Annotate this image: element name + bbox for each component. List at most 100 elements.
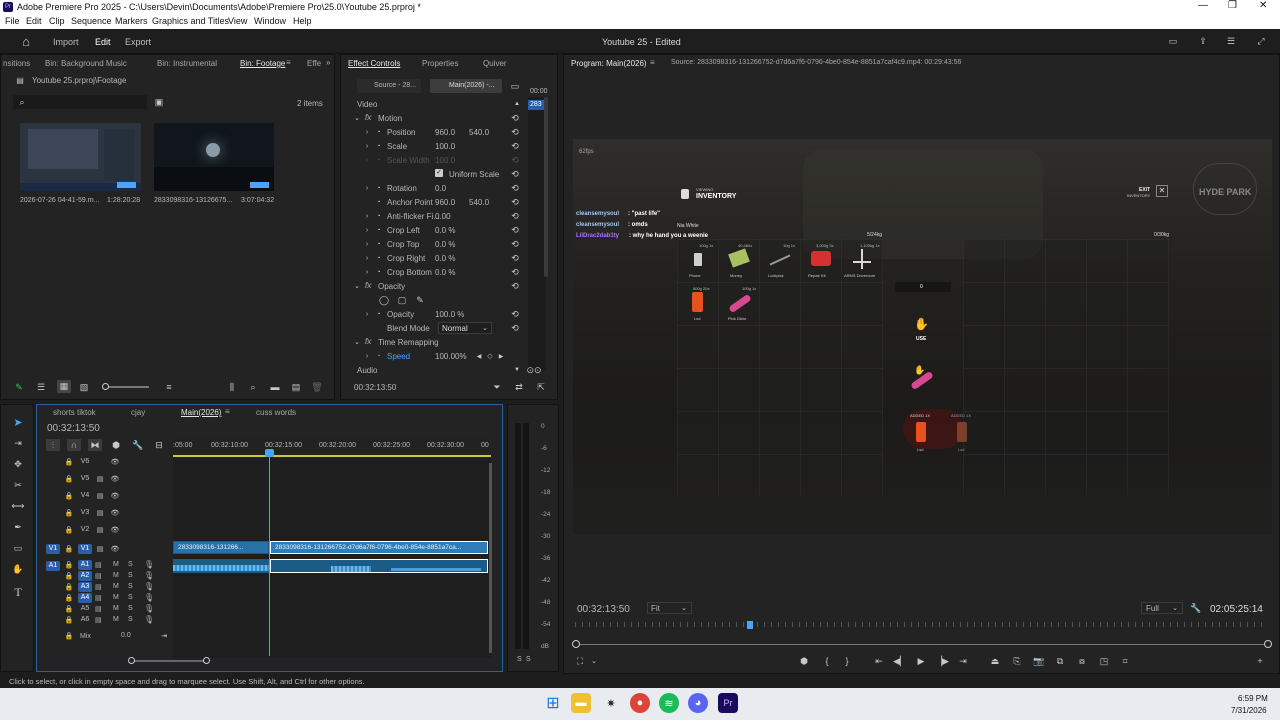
share-icon[interactable]: ⇪ (1196, 35, 1210, 47)
reset-icon[interactable]: ⟲ (510, 127, 520, 137)
anti-flicker-value[interactable]: 0.00 (435, 212, 451, 221)
eye-icon[interactable]: 👁 (110, 525, 120, 535)
track-v6[interactable]: V6 (78, 457, 92, 467)
stopwatch-icon[interactable]: ◔ (374, 197, 383, 207)
track-v2[interactable]: V2 (78, 525, 92, 535)
stopwatch-icon[interactable]: ◔ (374, 211, 383, 221)
chevron-right-icon[interactable]: › (363, 141, 371, 151)
quantity-field[interactable] (895, 282, 951, 292)
reset-icon[interactable]: ⟲ (510, 281, 520, 291)
menu-graphics[interactable]: Graphics and Titles (152, 16, 229, 26)
multicam-icon[interactable]: ⧇ (1076, 655, 1088, 667)
tab-bin-instrumental[interactable]: Bin: Instrumental (157, 59, 217, 68)
film-icon[interactable]: ▤ (95, 583, 102, 591)
mic-icon[interactable]: 🎙 (144, 571, 154, 580)
lock-icon[interactable]: 🔒 (64, 560, 74, 570)
film-icon[interactable]: ▤ (95, 474, 105, 484)
export-frame-icon[interactable]: 📷 (1033, 655, 1045, 667)
wrench-icon[interactable]: 🔧 (132, 439, 144, 451)
chevron-right-icon[interactable]: › (363, 351, 371, 361)
search-input[interactable] (13, 95, 147, 109)
position-x-value[interactable]: 960.0 (435, 128, 455, 137)
home-icon[interactable]: ⌂ (18, 34, 34, 49)
go-to-out-icon[interactable]: ⇥ (957, 655, 969, 667)
slot-phone[interactable]: Phone 100g 1x (679, 241, 717, 281)
panel-menu-icon[interactable]: ≡ (650, 58, 655, 67)
track-a2[interactable]: A2 (78, 571, 92, 581)
icon-view-icon[interactable]: ▦ (57, 380, 71, 393)
film-icon[interactable]: ▤ (95, 491, 105, 501)
go-to-in-icon[interactable]: ⇤ (873, 655, 885, 667)
reset-icon[interactable]: ⟲ (510, 323, 520, 333)
add-marker-icon[interactable]: ⬢ (798, 655, 810, 667)
eye-icon[interactable]: 👁 (110, 474, 120, 484)
step-back-icon[interactable]: ◀▏ (893, 655, 907, 667)
solo-button[interactable]: S (128, 561, 133, 568)
menu-sequence[interactable]: Sequence (71, 16, 112, 26)
lock-icon[interactable]: 🔒 (64, 457, 74, 467)
source-patch-v1[interactable]: V1 (46, 544, 60, 554)
track-a5[interactable]: A5 (78, 604, 92, 614)
go-to-end-icon[interactable]: ⇥ (159, 631, 169, 641)
film-icon[interactable]: ▤ (95, 525, 105, 535)
menu-file[interactable]: File (5, 16, 20, 26)
chevron-right-icon[interactable]: › (363, 267, 371, 277)
loop-icon[interactable]: ⊙⊙ (526, 365, 541, 375)
slot-item-7[interactable]: Pink Dildo 100g 1x (720, 284, 758, 324)
pen-icon[interactable]: ✎ (13, 381, 25, 393)
chevron-down-icon[interactable]: ⌄ (353, 113, 361, 123)
menu-edit[interactable]: Edit (26, 16, 42, 26)
chevron-right-icon[interactable]: › (363, 127, 371, 137)
hand-icon[interactable]: ✋ (914, 317, 929, 331)
new-bin-from-search-icon[interactable]: ▣ (153, 96, 165, 108)
film-icon[interactable]: ▤ (95, 572, 102, 580)
safe-margins-icon[interactable]: ⛶ (574, 655, 586, 667)
chevron-right-icon[interactable]: › (363, 225, 371, 235)
chevron-right-icon[interactable]: › (363, 183, 371, 193)
eye-icon[interactable]: 👁 (110, 544, 120, 554)
ec-timecode[interactable]: 00:32:13:50 (354, 383, 396, 392)
scroll-handle-right[interactable] (203, 657, 210, 664)
type-tool-icon[interactable]: T (11, 585, 25, 599)
slot-drivetrain[interactable]: ARMS Driveroom 1,100kg 1x (843, 241, 881, 281)
crop-right-value[interactable]: 0.0 % (435, 254, 455, 263)
video-clip-1[interactable]: 2833098316-131266... (173, 541, 269, 554)
speed-value[interactable]: 100.00% (435, 352, 467, 361)
extract-icon[interactable]: ⎘ (1011, 655, 1023, 667)
film-icon[interactable]: ▤ (95, 544, 105, 554)
list-view-icon[interactable]: ☰ (35, 381, 47, 393)
discord-icon[interactable]: ◕ (688, 693, 708, 713)
lock-icon[interactable]: 🔒 (64, 544, 74, 554)
solo-button[interactable]: S (128, 583, 133, 590)
lock-icon[interactable]: 🔒 (64, 508, 74, 518)
tab-cjay[interactable]: cjay (131, 408, 145, 417)
meter-solo-right[interactable]: S (526, 656, 531, 663)
filter-icon[interactable]: ⏷ (491, 381, 503, 393)
captions-icon[interactable]: ⊟ (153, 439, 165, 451)
timeline-playhead-handle[interactable] (265, 449, 274, 457)
export-icon[interactable]: ⇄ (513, 381, 525, 393)
linked-selection-icon[interactable]: ⧓ (88, 439, 102, 451)
app-icon[interactable]: ✷ (601, 693, 621, 713)
clip-thumbnail-1[interactable] (20, 123, 141, 191)
timeline-playhead[interactable] (269, 450, 270, 656)
lock-icon[interactable]: 🔒 (64, 615, 74, 625)
zoom-slider-handle[interactable] (102, 383, 109, 390)
slot-money[interactable]: Money 40,460x (720, 241, 758, 281)
mute-button[interactable]: M (113, 605, 119, 612)
find-icon[interactable]: ⌕ (247, 381, 259, 393)
track-a3[interactable]: A3 (78, 582, 92, 592)
slot-lsd[interactable]: Lsd 800g 20x (679, 284, 717, 324)
track-v4[interactable]: V4 (78, 491, 92, 501)
new-item-icon[interactable]: ▤ (290, 381, 302, 393)
mute-button[interactable]: M (113, 583, 119, 590)
pen-tool-icon[interactable]: ✒ (11, 520, 25, 534)
menu-markers[interactable]: Markers (115, 16, 148, 26)
play-button[interactable]: ▶ (915, 655, 927, 667)
chevron-right-icon[interactable]: › (363, 309, 371, 319)
tab-shorts-tiktok[interactable]: shorts tiktok (53, 408, 96, 417)
mic-icon[interactable]: 🎙 (144, 560, 154, 569)
scrubber-start-handle[interactable] (572, 640, 580, 648)
anchor-y-value[interactable]: 540.0 (469, 198, 489, 207)
zoom-slider[interactable] (105, 386, 149, 388)
